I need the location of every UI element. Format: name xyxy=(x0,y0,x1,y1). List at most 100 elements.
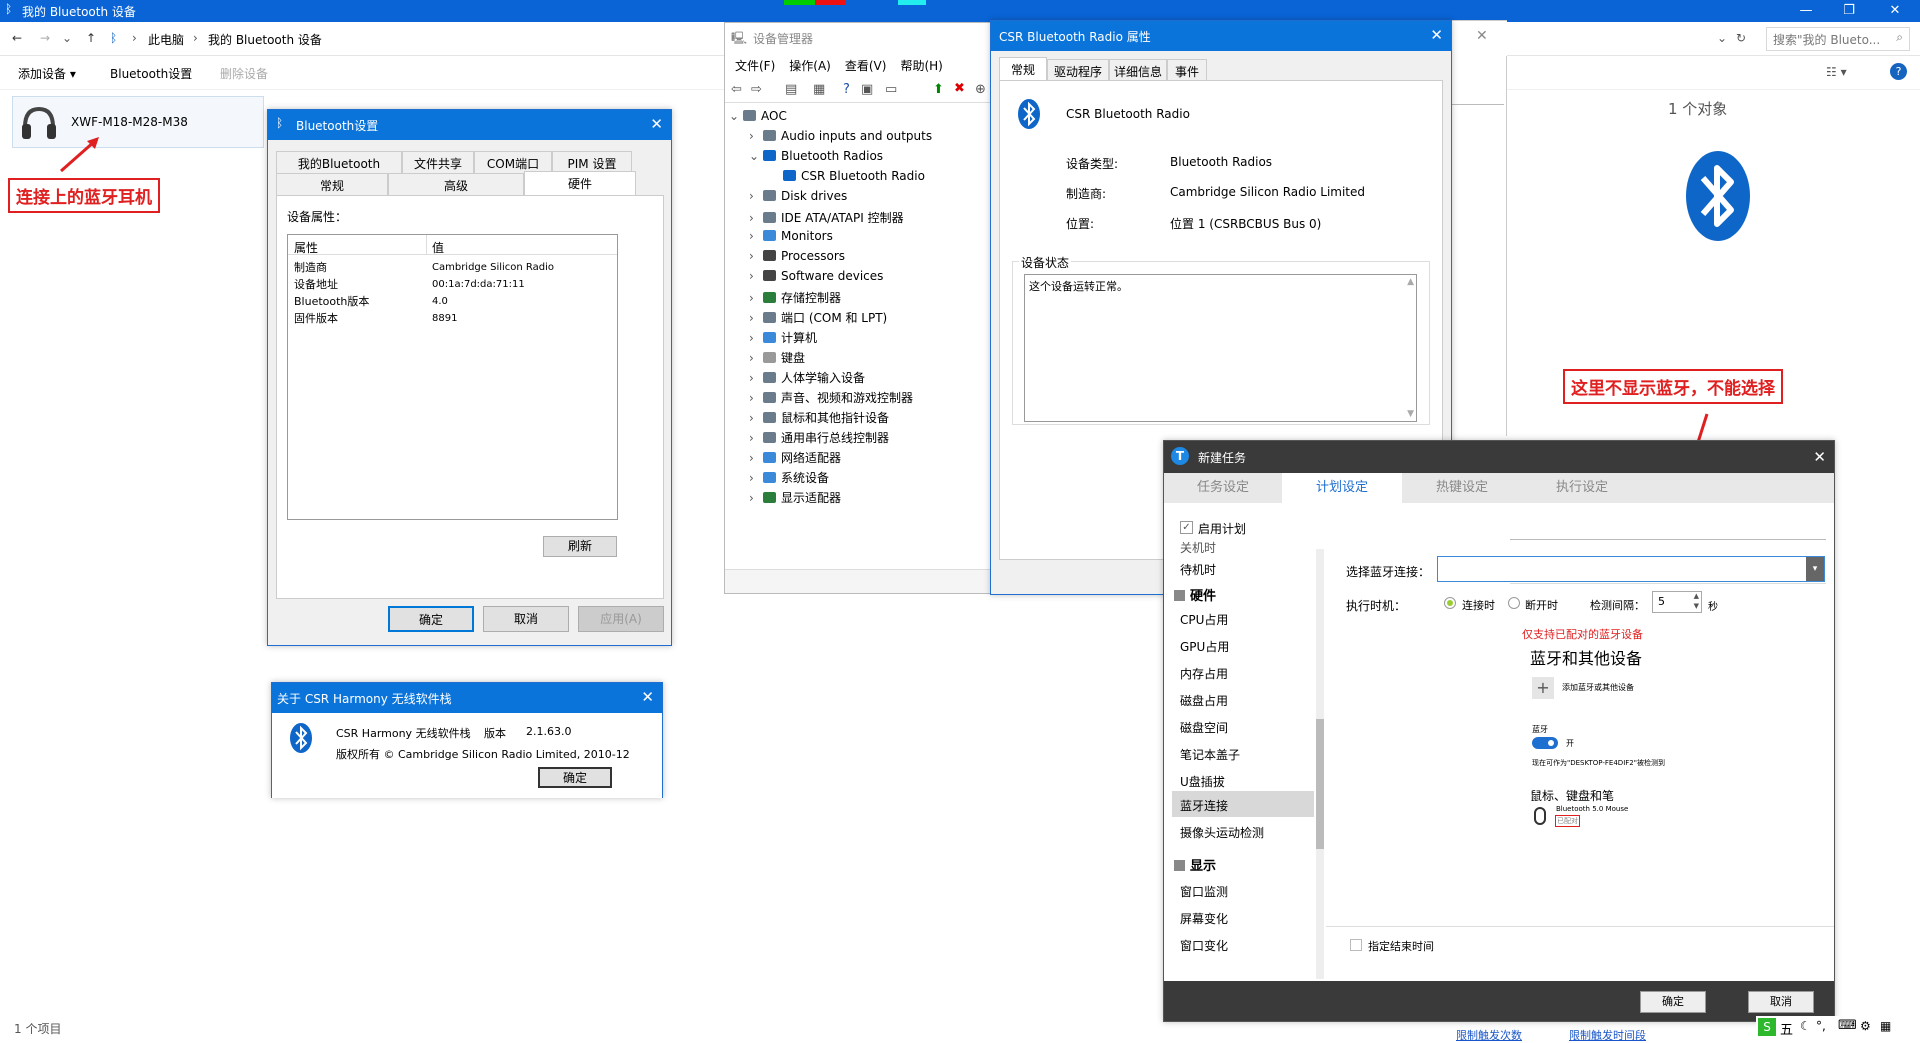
scroll-down-icon[interactable]: ▼ xyxy=(1407,409,1414,419)
back-icon[interactable]: ⇦ xyxy=(731,82,742,97)
nav-item[interactable]: 窗口变化 xyxy=(1180,937,1228,954)
input-method-icon[interactable]: S xyxy=(1758,1018,1776,1036)
cancel-button[interactable]: 取消 xyxy=(1748,991,1814,1013)
ok-button[interactable]: 确定 xyxy=(1640,991,1706,1013)
tree-item[interactable]: › 网络适配器 xyxy=(749,449,841,466)
nav-item[interactable]: U盘插拔 xyxy=(1180,773,1225,790)
toolbox-icon[interactable]: ▦ xyxy=(1880,1019,1891,1033)
breadcrumb-bt[interactable]: 我的 Bluetooth 设备 xyxy=(208,31,322,48)
chevron-down-icon[interactable]: ⌄ xyxy=(1717,31,1727,45)
forward-icon[interactable]: ⇨ xyxy=(751,82,762,97)
tree-item[interactable]: › IDE ATA/ATAPI 控制器 xyxy=(749,209,904,226)
interval-stepper[interactable]: 5 ▲ ▼ xyxy=(1652,591,1702,613)
device-item[interactable]: XWF-M18-M28-M38 xyxy=(12,96,264,148)
enable-checkbox[interactable]: ✓ xyxy=(1180,521,1193,534)
breadcrumb-pc[interactable]: 此电脑 xyxy=(148,31,184,48)
update-driver-icon[interactable]: ⬆ xyxy=(933,82,944,97)
ok-button[interactable]: 确定 xyxy=(388,606,474,632)
add-device-button[interactable]: 添加设备 ▾ xyxy=(18,65,76,82)
nav-item[interactable]: 关机时 xyxy=(1180,541,1216,556)
tab-hardware[interactable]: 硬件 xyxy=(524,171,636,195)
monitor-icon[interactable]: ▭ xyxy=(885,82,897,97)
column-header[interactable]: 属性 xyxy=(294,239,318,256)
close-icon[interactable]: ✕ xyxy=(1476,28,1488,44)
tree-item[interactable]: › 声音、视频和游戏控制器 xyxy=(749,389,913,406)
tree-item-root[interactable]: ⌄ AOC xyxy=(729,109,787,123)
bluetooth-select[interactable]: ▾ xyxy=(1437,556,1825,582)
tree-item[interactable]: › Audio inputs and outputs xyxy=(749,129,932,143)
nav-item[interactable]: 待机时 xyxy=(1180,561,1216,578)
tree-item[interactable]: › 系统设备 xyxy=(749,469,829,486)
cancel-button[interactable]: 取消 xyxy=(483,606,569,632)
tree-item[interactable]: › Disk drives xyxy=(749,189,847,203)
maximize-button[interactable]: ❐ xyxy=(1826,0,1872,22)
chevron-down-icon[interactable]: ▾ xyxy=(1806,557,1824,581)
grid-icon[interactable]: ▣ xyxy=(861,82,873,97)
menu-help[interactable]: 帮助(H) xyxy=(900,59,942,73)
remove-device-button[interactable]: 删除设备 xyxy=(220,65,268,82)
tree-item[interactable]: › 人体学输入设备 xyxy=(749,369,865,386)
nav-item[interactable]: 屏幕变化 xyxy=(1180,910,1228,927)
close-icon[interactable]: ✕ xyxy=(1430,26,1443,44)
tree-item[interactable]: › 端口 (COM 和 LPT) xyxy=(749,309,887,326)
uninstall-icon[interactable]: ✖ xyxy=(954,81,965,96)
tab-file-share[interactable]: 文件共享 xyxy=(402,151,474,175)
tab-general[interactable]: 常规 xyxy=(276,173,388,197)
tab-general[interactable]: 常规 xyxy=(999,57,1047,81)
menu-file[interactable]: 文件(F) xyxy=(735,59,775,73)
menu-action[interactable]: 操作(A) xyxy=(789,59,831,73)
moon-icon[interactable]: ☾ xyxy=(1800,1019,1811,1033)
tree-item[interactable]: › 计算机 xyxy=(749,329,817,346)
tab-hotkey[interactable]: 热键设定 xyxy=(1402,473,1522,503)
tree-item[interactable]: › 鼠标和其他指针设备 xyxy=(749,409,889,426)
scroll-thumb[interactable] xyxy=(1316,719,1324,849)
ok-button[interactable]: 确定 xyxy=(538,767,612,788)
nav-item[interactable]: CPU占用 xyxy=(1180,611,1228,628)
tree-item[interactable]: › 通用串行总线控制器 xyxy=(749,429,889,446)
nav-item[interactable]: 窗口监测 xyxy=(1180,883,1228,900)
stepper-up-icon[interactable]: ▲ xyxy=(1694,592,1699,600)
refresh-icon[interactable]: ↻ xyxy=(1736,31,1746,45)
close-icon[interactable]: ✕ xyxy=(641,688,654,706)
help-icon[interactable]: ? xyxy=(843,82,850,97)
tab-execute[interactable]: 执行设定 xyxy=(1522,473,1642,503)
nav-item[interactable]: GPU占用 xyxy=(1180,638,1229,655)
tree-item[interactable]: › Monitors xyxy=(749,229,833,243)
keyboard-icon[interactable]: ⌨ xyxy=(1838,1018,1857,1033)
ime-mode[interactable]: 五 xyxy=(1780,1019,1793,1038)
up-icon[interactable]: ↑ xyxy=(86,31,96,45)
end-time-checkbox[interactable] xyxy=(1350,939,1362,951)
nav-item[interactable]: 内存占用 xyxy=(1180,665,1228,682)
column-header[interactable]: 值 xyxy=(432,239,444,256)
close-icon[interactable]: ✕ xyxy=(650,115,663,133)
properties-list[interactable]: 属性 值 制造商 Cambridge Silicon Radio 设备地址 00:1… xyxy=(287,234,618,520)
help-icon[interactable]: ? xyxy=(1890,63,1907,80)
tree-item-csr[interactable]: CSR Bluetooth Radio xyxy=(769,169,925,183)
tab-schedule[interactable]: 计划设定 xyxy=(1282,473,1402,503)
apply-button[interactable]: 应用(A) xyxy=(578,606,664,632)
bluetooth-settings-button[interactable]: Bluetooth设置 xyxy=(110,65,192,82)
tree-item[interactable]: › 显示适配器 xyxy=(749,489,841,506)
minimize-button[interactable]: — xyxy=(1783,0,1829,22)
list-icon[interactable]: ▦ xyxy=(813,82,825,97)
view-options-icon[interactable]: ☷ ▾ xyxy=(1826,65,1847,79)
nav-item[interactable]: 笔记本盖子 xyxy=(1180,746,1240,763)
nav-item-bluetooth[interactable]: 蓝牙连接 xyxy=(1180,797,1228,814)
tab-task[interactable]: 任务设定 xyxy=(1164,473,1282,503)
forward-icon[interactable]: → xyxy=(40,31,50,45)
tree-item[interactable]: › Processors xyxy=(749,249,845,263)
radio-connect[interactable] xyxy=(1444,597,1456,609)
search-input[interactable]: 搜索"我的 Blueto... ⌕ xyxy=(1766,27,1910,51)
tree-item[interactable]: › 键盘 xyxy=(749,349,805,366)
nav-item[interactable]: 磁盘占用 xyxy=(1180,692,1228,709)
nav-item[interactable]: 摄像头运动检测 xyxy=(1180,824,1264,841)
tree-item[interactable]: ⌄ Bluetooth Radios xyxy=(749,149,883,163)
limit-count-link[interactable]: 限制触发次数 xyxy=(1456,1027,1522,1043)
scroll-up-icon[interactable]: ▲ xyxy=(1407,277,1414,287)
scan-icon[interactable]: ⊕ xyxy=(975,82,986,97)
status-textbox[interactable]: 这个设备运转正常。 ▲ ▼ xyxy=(1024,274,1417,422)
punctuation-icon[interactable]: °, xyxy=(1816,1019,1826,1033)
recent-icon[interactable]: ⌄ xyxy=(62,31,72,45)
stepper-down-icon[interactable]: ▼ xyxy=(1694,602,1699,610)
limit-time-link[interactable]: 限制触发时间段 xyxy=(1569,1027,1646,1043)
